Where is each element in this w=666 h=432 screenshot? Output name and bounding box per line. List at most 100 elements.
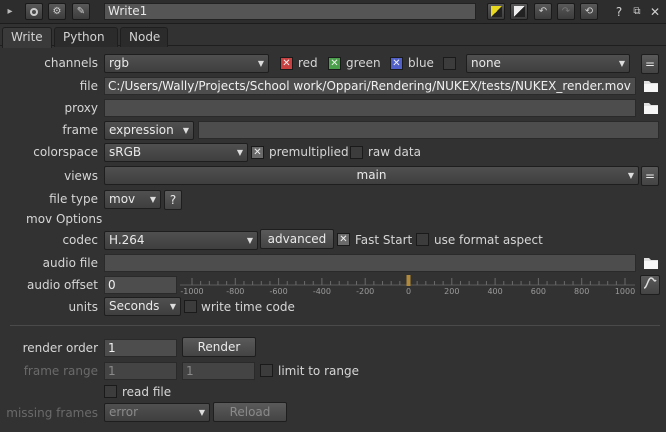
codec-dropdown[interactable]: H.264 ▼ [104,231,258,250]
frame-range-label: frame range [23,364,98,378]
frame-range-end-field[interactable]: 1 [182,362,255,380]
audio-offset-field[interactable]: 0 [104,276,177,294]
frame-mode-dropdown[interactable]: expression ▼ [104,121,194,140]
slider-tick-label: -600 [270,287,288,296]
float-icon[interactable]: ⧉ [628,3,646,20]
missing-frames-value: error [109,405,139,419]
chevron-down-icon: ▼ [236,148,243,157]
raw-data-label: raw data [368,145,421,159]
blue-checkbox[interactable]: ✕ [390,57,403,70]
node-name-field[interactable]: Write1 [104,3,476,20]
slider-tick-label: -800 [226,287,244,296]
slider-tick-label: -200 [356,287,374,296]
fast-start-checkbox[interactable]: ✕ [337,233,350,246]
file-type-label: file type [49,192,98,206]
file-type-value: mov [109,192,136,206]
write-time-code-checkbox[interactable] [184,300,197,313]
audio-offset-slider[interactable]: -1000 -800 -600 -400 -200 0 200 400 600 800 1000 [180,272,635,296]
audio-file-label: audio file [42,256,98,270]
blue-label: blue [408,56,434,70]
undo-icon[interactable]: ↶ [534,3,552,20]
folder-icon[interactable] [643,78,659,94]
chevron-down-icon: ▼ [618,59,625,68]
help-icon[interactable]: ? [610,3,628,20]
units-dropdown[interactable]: Seconds ▼ [104,297,181,316]
green-checkbox[interactable]: ✕ [328,57,341,70]
frame-range-start-field[interactable]: 1 [104,362,177,380]
alpha-channel-value: none [471,56,501,70]
colorspace-value: sRGB [109,145,142,159]
views-dropdown[interactable]: main ▼ [104,166,639,185]
chevron-down-icon: ▼ [257,59,264,68]
slider-tick-label: -400 [313,287,331,296]
slider-handle[interactable] [406,275,411,286]
green-label: green [346,56,381,70]
red-checkbox[interactable]: ✕ [280,57,293,70]
folder-icon[interactable] [643,255,659,271]
frame-label: frame [62,123,98,137]
tab-python[interactable]: Python [54,27,118,47]
channels-dropdown[interactable]: rgb ▼ [104,54,269,73]
file-path-field[interactable]: C:/Users/Wally/Projects/School work/Oppa… [104,77,636,95]
file-type-dropdown[interactable]: mov ▼ [104,190,161,209]
units-label: units [68,300,98,314]
panel-handle-icon[interactable]: ▸ [3,3,17,20]
proxy-field[interactable] [104,99,636,117]
folder-icon[interactable] [643,100,659,116]
slider-tick-label: 0 [406,287,411,296]
premultiplied-checkbox[interactable]: ✕ [251,146,264,159]
reload-button[interactable]: Reload [213,402,287,422]
slider-tick-label: 1000 [615,287,635,296]
chevron-down-icon: ▼ [169,302,176,311]
equals-button[interactable]: = [641,54,659,74]
file-label: file [79,79,98,93]
render-button[interactable]: Render [182,337,256,357]
read-file-label: read file [122,385,172,399]
frame-mode-value: expression [109,123,174,137]
chevron-down-icon: ▼ [149,195,156,204]
tab-node[interactable]: Node [120,27,168,47]
codec-label: codec [62,233,98,247]
wrench-icon[interactable]: ✎ [72,3,90,20]
tab-write[interactable]: Write [2,27,52,48]
curve-button[interactable] [640,275,660,295]
redo-icon[interactable]: ↷ [557,3,575,20]
node-icon[interactable]: ⚙ [48,3,66,20]
circle-icon[interactable] [25,3,43,20]
channels-label: channels [44,56,98,70]
chevron-down-icon: ▼ [182,126,189,135]
advanced-button[interactable]: advanced [260,229,334,249]
limit-to-range-checkbox[interactable] [260,364,273,377]
slider-tick-label: 600 [531,287,546,296]
colorspace-label: colorspace [33,145,98,159]
tab-bar: Write Python Node [0,25,666,48]
yellow-swatch-icon[interactable] [487,3,505,20]
views-equals-button[interactable]: = [641,166,659,186]
use-format-aspect-checkbox[interactable] [416,233,429,246]
frame-expression-field[interactable] [198,121,659,139]
units-value: Seconds [109,299,160,313]
mov-options-heading: mov Options [26,212,103,226]
red-label: red [298,56,318,70]
help-button[interactable]: ? [164,190,182,210]
render-order-field[interactable]: 1 [104,339,177,357]
audio-file-field[interactable] [104,254,636,272]
split-icon[interactable] [510,3,528,20]
proxy-label: proxy [64,101,98,115]
raw-data-checkbox[interactable] [350,146,363,159]
close-icon[interactable]: ✕ [646,3,664,20]
slider-track: -1000 -800 -600 -400 -200 0 200 400 600 800 1000 [180,275,635,296]
fast-start-label: Fast Start [355,233,413,247]
slider-tick-label: -1000 [180,287,203,296]
limit-to-range-label: limit to range [278,364,359,378]
missing-frames-label: missing frames [6,406,98,420]
curve-icon [643,277,657,289]
write-time-code-label: write time code [201,300,295,314]
missing-frames-dropdown[interactable]: error ▼ [104,403,210,422]
views-label: views [64,169,98,183]
alpha-channel-dropdown[interactable]: none ▼ [466,54,630,73]
read-file-checkbox[interactable] [104,385,117,398]
colorspace-dropdown[interactable]: sRGB ▼ [104,143,248,162]
revert-icon[interactable]: ⟲ [580,3,598,20]
alpha-checkbox[interactable] [443,57,456,70]
